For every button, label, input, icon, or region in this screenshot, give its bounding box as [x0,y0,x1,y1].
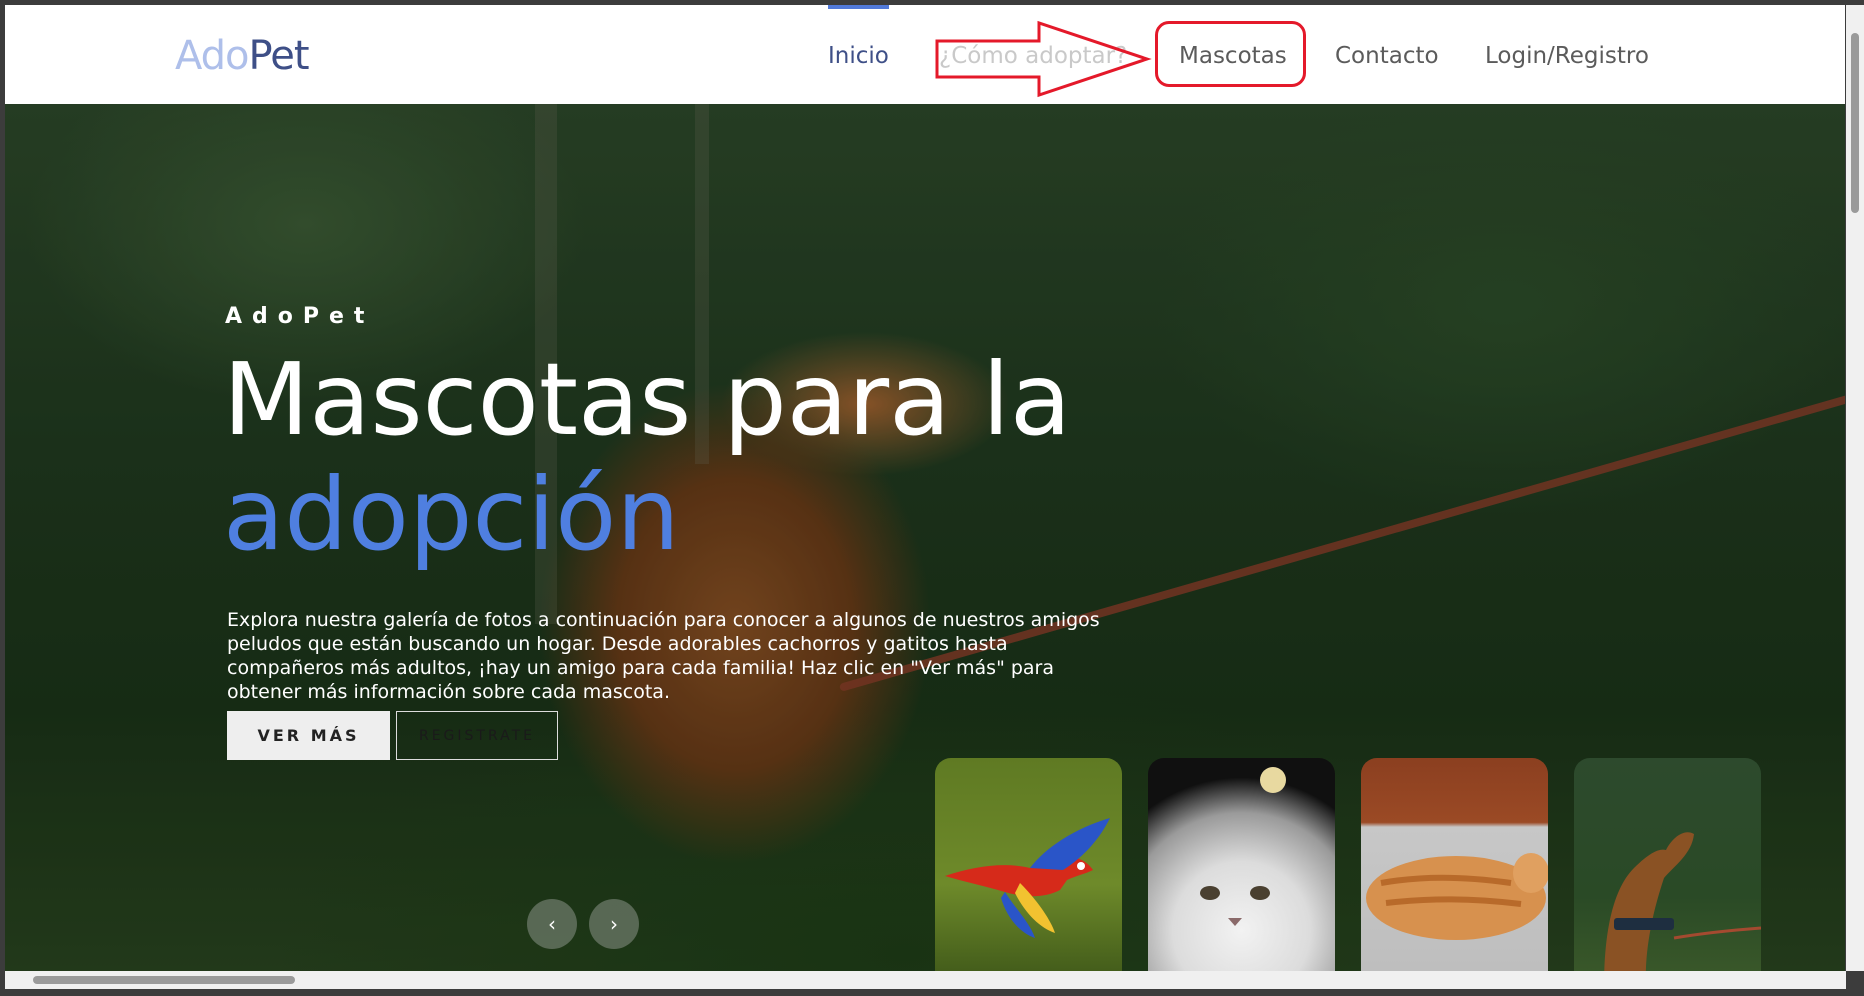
vertical-scroll-thumb[interactable] [1851,33,1859,213]
logo-part-ado: Ado [175,33,250,79]
site-logo[interactable]: AdoPet [175,33,310,79]
vertical-scrollbar[interactable] [1846,5,1864,971]
spaniel-dog-photo-icon [1604,832,1761,971]
horizontal-scrollbar[interactable] [5,971,1846,989]
registrate-button[interactable]: REGISTRATE [396,711,558,760]
parrot-photo-icon [945,818,1110,938]
annotation-highlight-box [1155,21,1306,87]
thumbnail-spaniel-dog[interactable] [1574,758,1761,971]
tabby-cat-photo-icon [1366,853,1548,940]
nav-link-login-registro[interactable]: Login/Registro [1485,43,1649,69]
thumbnail-parrot[interactable] [935,758,1122,971]
thumbnail-persian-cat[interactable] [1148,758,1335,971]
carousel-prev-button[interactable]: ‹ [527,899,577,949]
nav-link-inicio[interactable]: Inicio [828,43,889,69]
nav-link-contacto[interactable]: Contacto [1335,43,1439,69]
thumbnail-tabby-cat[interactable] [1361,758,1548,971]
persian-cat-photo-icon [1200,767,1286,926]
annotation-arrow-icon [935,20,1152,98]
hero-headline-accent: adopción [223,456,680,573]
carousel-next-button[interactable]: › [589,899,639,949]
logo-part-pet: Pet [248,33,310,79]
navbar: AdoPet Inicio ¿Cómo adoptar? Mascotas Co… [5,5,1845,104]
hero-description: Explora nuestra galería de fotos a conti… [227,609,1100,703]
hero-eyebrow: AdoPet [225,304,375,329]
hero-headline: Mascotas para la [223,341,1072,458]
hero-section: AdoPet Mascotas para la adopción Explora… [5,104,1845,971]
horizontal-scroll-thumb[interactable] [33,976,295,984]
ver-mas-button[interactable]: VER MÁS [227,711,390,760]
browser-viewport: AdoPet Inicio ¿Cómo adoptar? Mascotas Co… [5,5,1845,971]
active-nav-indicator [828,5,889,9]
